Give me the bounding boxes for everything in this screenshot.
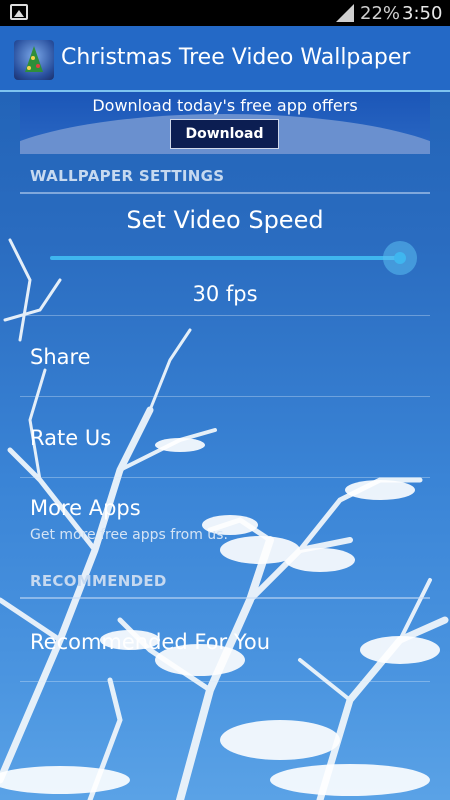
clock: 3:50 [402,3,443,24]
ad-banner[interactable]: Download today's free app offers Downloa… [20,92,430,154]
download-now-button[interactable]: Download now [170,119,279,149]
video-speed-title: Set Video Speed [126,206,324,234]
divider [20,681,430,682]
ad-text: Download today's free app offers [92,96,358,115]
section-divider [20,192,430,194]
video-speed-slider-track[interactable] [50,256,400,260]
more-apps-subtitle: Get more free apps from us. [30,527,228,543]
battery-percent: 22% [360,3,401,24]
section-header-wallpaper-settings: WALLPAPER SETTINGS [30,167,225,185]
image-notification-icon [10,4,28,20]
signal-icon [336,4,354,22]
action-bar: Christmas Tree Video Wallpaper [0,26,450,92]
section-header-recommended: RECOMMENDED [30,572,167,590]
status-bar: 22% 3:50 [0,0,450,26]
video-speed-value: 30 fps [192,282,258,306]
divider [20,396,430,397]
section-divider [20,597,430,599]
share-item[interactable]: Share [30,345,91,369]
christmas-tree-app-icon[interactable] [14,40,54,80]
divider [20,315,430,316]
rate-us-item[interactable]: Rate Us [30,426,111,450]
video-speed-slider-thumb[interactable] [394,252,406,264]
recommended-for-you-item[interactable]: Recommended For You [30,630,270,654]
more-apps-item[interactable]: More Apps [30,496,141,520]
divider [20,477,430,478]
app-title: Christmas Tree Video Wallpaper [61,45,411,70]
